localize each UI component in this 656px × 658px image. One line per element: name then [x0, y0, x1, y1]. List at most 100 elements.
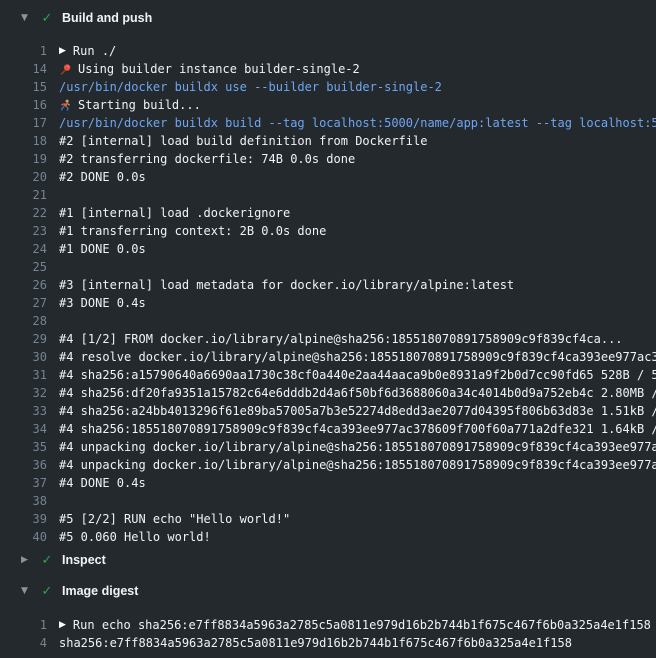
- log-block-build-and-push: 1 ▶Run ./ 14 Using builder instance builder…: [0, 42, 656, 546]
- line-content: #4 sha256:a24bb4013296f61e89ba57005a7b3e…: [59, 402, 656, 420]
- line-number[interactable]: 17: [0, 114, 47, 132]
- line-number[interactable]: 39: [0, 510, 47, 528]
- line-text: #3 DONE 0.4s: [59, 294, 146, 312]
- section-header-image-digest[interactable]: ▼✓Image digest: [0, 580, 656, 602]
- line-number[interactable]: 21: [0, 186, 47, 204]
- line-number[interactable]: 25: [0, 258, 47, 276]
- line-text: #4 resolve docker.io/library/alpine@sha2…: [59, 348, 656, 366]
- log-sections: ▼✓Build and push1▶Run ./14Using builder …: [0, 7, 656, 652]
- chevron-down-icon: ▼: [19, 13, 30, 23]
- line-number[interactable]: 23: [0, 222, 47, 240]
- line-number[interactable]: 32: [0, 384, 47, 402]
- log-line: 38: [0, 492, 656, 510]
- line-number[interactable]: 27: [0, 294, 47, 312]
- check-icon: ✓: [40, 584, 54, 599]
- line-number[interactable]: 19: [0, 150, 47, 168]
- line-text: #4 unpacking docker.io/library/alpine@sh…: [59, 438, 656, 456]
- log-line: 29 #4 [1/2] FROM docker.io/library/alpine…: [0, 330, 656, 348]
- chevron-down-icon: ▼: [19, 586, 30, 596]
- line-number[interactable]: 24: [0, 240, 47, 258]
- line-number[interactable]: 36: [0, 456, 47, 474]
- log-line: 19 #2 transferring dockerfile: 74B 0.0s d…: [0, 150, 656, 168]
- line-text: sha256:e7ff8834a5963a2785c5a0811e979d16b…: [59, 634, 572, 652]
- line-number[interactable]: 26: [0, 276, 47, 294]
- line-content: Using builder instance builder-single-2: [59, 60, 360, 78]
- line-content: /usr/bin/docker buildx build --tag local…: [59, 114, 656, 132]
- line-text: #5 0.060 Hello world!: [59, 528, 211, 546]
- line-number[interactable]: 28: [0, 312, 47, 330]
- line-text: #2 DONE 0.0s: [59, 168, 146, 186]
- log-line: 37#4 DONE 0.4s: [0, 474, 656, 492]
- line-content: #3 DONE 0.4s: [59, 294, 146, 312]
- line-number[interactable]: 31: [0, 366, 47, 384]
- section-title: Build and push: [62, 11, 152, 25]
- line-text: #4 [1/2] FROM docker.io/library/alpine@s…: [59, 330, 623, 348]
- line-text: #5 [2/2] RUN echo "Hello world!": [59, 510, 290, 528]
- line-number[interactable]: 40: [0, 528, 47, 546]
- line-number[interactable]: 1: [0, 42, 47, 60]
- section-header-build-and-push[interactable]: ▼✓Build and push: [0, 7, 656, 29]
- line-text: #2 transferring dockerfile: 74B 0.0s don…: [59, 150, 355, 168]
- chevron-right-icon: ▶: [19, 555, 30, 565]
- line-number[interactable]: 1: [0, 616, 47, 634]
- line-number[interactable]: 4: [0, 634, 47, 652]
- line-number[interactable]: 20: [0, 168, 47, 186]
- line-number[interactable]: 37: [0, 474, 47, 492]
- log-line: 27 #3 DONE 0.4s: [0, 294, 656, 312]
- log-line: 35 #4 unpacking docker.io/library/alpine@…: [0, 438, 656, 456]
- log-line: 20 #2 DONE 0.0s: [0, 168, 656, 186]
- line-number[interactable]: 15: [0, 78, 47, 96]
- line-text: #1 [internal] load .dockerignore: [59, 204, 290, 222]
- play-icon[interactable]: ▶: [59, 42, 66, 60]
- line-text: #2 [internal] load build definition from…: [59, 132, 427, 150]
- line-number[interactable]: 22: [0, 204, 47, 222]
- log-line: 1 ▶Run ./: [0, 42, 656, 60]
- line-content: #2 DONE 0.0s: [59, 168, 146, 186]
- log-line: 33 #4 sha256:a24bb4013296f61e89ba57005a7b…: [0, 402, 656, 420]
- line-number[interactable]: 18: [0, 132, 47, 150]
- line-number[interactable]: 33: [0, 402, 47, 420]
- line-number[interactable]: 34: [0, 420, 47, 438]
- line-number[interactable]: 38: [0, 492, 47, 510]
- line-number[interactable]: 35: [0, 438, 47, 456]
- line-text: #3 [internal] load metadata for docker.i…: [59, 276, 514, 294]
- line-text: #4 sha256:a15790640a6690aa1730c38cf0a440…: [59, 366, 656, 384]
- workflow-log-viewer: ▼✓Build and push1▶Run ./14Using builder …: [0, 0, 656, 658]
- line-content: #4 sha256:185518070891758909c9f839cf4ca3…: [59, 420, 656, 438]
- line-content: #4 resolve docker.io/library/alpine@sha2…: [59, 348, 656, 366]
- play-icon[interactable]: ▶: [59, 616, 66, 634]
- line-content: #2 transferring dockerfile: 74B 0.0s don…: [59, 150, 355, 168]
- line-text: /usr/bin/docker buildx use --builder bui…: [59, 78, 442, 96]
- line-content: sha256:e7ff8834a5963a2785c5a0811e979d16b…: [59, 634, 572, 652]
- line-content: #1 DONE 0.0s: [59, 240, 146, 258]
- log-line: 31 #4 sha256:a15790640a6690aa1730c38cf0a4…: [0, 366, 656, 384]
- section-header-inspect[interactable]: ▶ ✓ Inspect: [0, 549, 656, 571]
- line-number[interactable]: 30: [0, 348, 47, 366]
- log-line: 15/usr/bin/docker buildx use --builder b…: [0, 78, 656, 96]
- log-line: 21: [0, 186, 656, 204]
- log-line: 17/usr/bin/docker buildx build --tag loc…: [0, 114, 656, 132]
- log-line: 22 #1 [internal] load .dockerignore: [0, 204, 656, 222]
- line-number[interactable]: 14: [0, 60, 47, 78]
- line-content: #5 0.060 Hello world!: [59, 528, 211, 546]
- check-icon: ✓: [40, 553, 54, 568]
- section-title: Inspect: [62, 553, 106, 567]
- log-line: 34 #4 sha256:185518070891758909c9f839cf4c…: [0, 420, 656, 438]
- line-content: #1 transferring context: 2B 0.0s done: [59, 222, 326, 240]
- log-line: 32 #4 sha256:df20fa9351a15782c64e6dddb2d4…: [0, 384, 656, 402]
- log-line: 16 Starting build...: [0, 96, 656, 114]
- log-line: 39 #5 [2/2] RUN echo "Hello world!": [0, 510, 656, 528]
- log-line: 40 #5 0.060 Hello world!: [0, 528, 656, 546]
- line-content: ▶Run echo sha256:e7ff8834a5963a2785c5a08…: [59, 616, 651, 634]
- line-content: #4 sha256:a15790640a6690aa1730c38cf0a440…: [59, 366, 656, 384]
- line-content: ▶Run ./: [59, 42, 116, 60]
- line-number[interactable]: 16: [0, 96, 47, 114]
- line-content: /usr/bin/docker buildx use --builder bui…: [59, 78, 442, 96]
- log-block-image-digest: 1 ▶Run echo sha256:e7ff8834a5963a2785c5a0…: [0, 616, 656, 652]
- log-line: 30 #4 resolve docker.io/library/alpine@sh…: [0, 348, 656, 366]
- line-text: #4 sha256:df20fa9351a15782c64e6dddb2d4a6…: [59, 384, 656, 402]
- log-line: 23 #1 transferring context: 2B 0.0s done: [0, 222, 656, 240]
- runner-icon: [59, 98, 72, 112]
- line-text: Starting build...: [78, 96, 201, 114]
- line-number[interactable]: 29: [0, 330, 47, 348]
